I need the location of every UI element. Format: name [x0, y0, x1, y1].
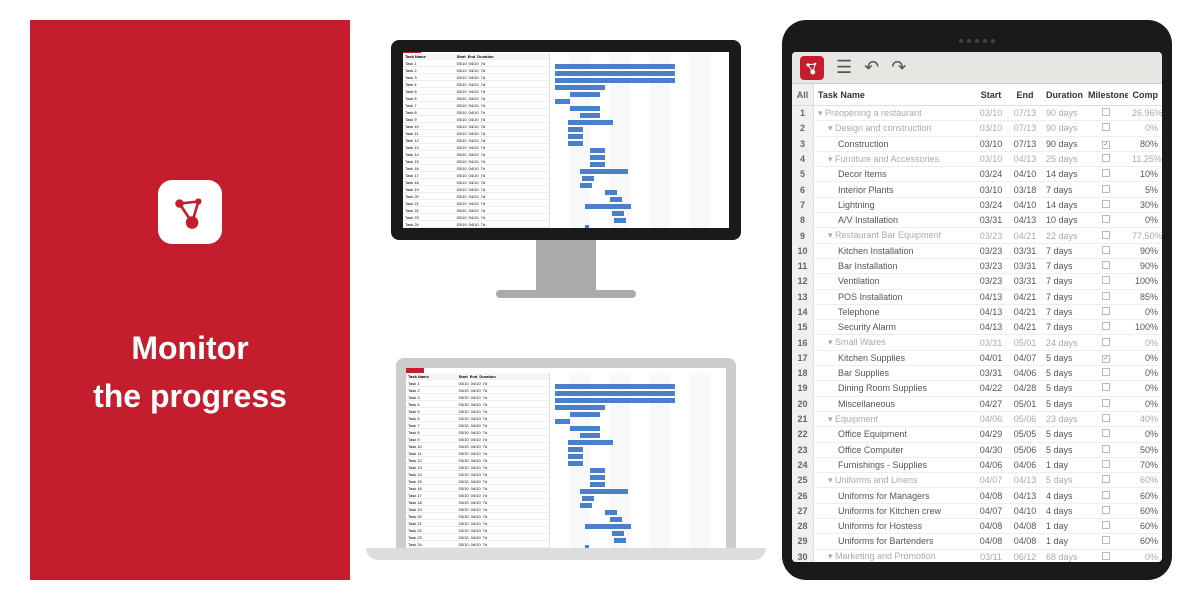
table-row[interactable]: 15Security Alarm04/1304/217 days100%: [792, 320, 1162, 335]
menu-icon[interactable]: ☰: [836, 57, 852, 78]
table-row[interactable]: 2▾ Design and construction03/1007/1390 d…: [792, 121, 1162, 136]
table-row[interactable]: 23Office Computer04/3005/065 days50%: [792, 443, 1162, 458]
table-row[interactable]: 27Uniforms for Kitchen crew04/0704/104 d…: [792, 504, 1162, 519]
app-logo-icon: [158, 180, 222, 244]
table-row[interactable]: 19Dining Room Supplies04/2204/285 days0%: [792, 381, 1162, 396]
table-row[interactable]: 9▾ Restaurant Bar Equipment03/2304/2122 …: [792, 228, 1162, 243]
table-row[interactable]: 12Ventilation03/2303/317 days100%: [792, 274, 1162, 289]
tablet-preview: ☰ ↶ ↷ All Task Name Start End Duration M…: [782, 20, 1172, 580]
task-table: All Task Name Start End Duration Milesto…: [792, 84, 1162, 562]
table-row[interactable]: 4▾ Furniture and Accessories03/1004/1325…: [792, 152, 1162, 167]
table-row[interactable]: 3Construction03/1007/1390 days✓80%: [792, 137, 1162, 152]
laptop-preview: Task NameStartEndDurationTask 103/1004/1…: [366, 358, 766, 560]
table-row[interactable]: 1▾ Preopening a restaurant03/1007/1390 d…: [792, 106, 1162, 121]
table-row[interactable]: 8A/V Installation03/3104/1310 days0%: [792, 213, 1162, 228]
table-row[interactable]: 11Bar Installation03/2303/317 days90%: [792, 259, 1162, 274]
table-row[interactable]: 14Telephone04/1304/217 days0%: [792, 305, 1162, 320]
undo-icon[interactable]: ↶: [864, 57, 879, 78]
table-row[interactable]: 26Uniforms for Managers04/0804/134 days6…: [792, 488, 1162, 503]
table-row[interactable]: 13POS Installation04/1304/217 days85%: [792, 290, 1162, 305]
promo-panel: Monitor the progress: [30, 20, 350, 580]
desktop-preview: Task NameStartEndDurationTask 103/1004/1…: [391, 40, 741, 298]
table-row[interactable]: 30▾ Marketing and Promotion03/1106/1268 …: [792, 550, 1162, 562]
table-row[interactable]: 6Interior Plants03/1003/187 days5%: [792, 182, 1162, 197]
table-header: All Task Name Start End Duration Milesto…: [792, 84, 1162, 106]
table-row[interactable]: 20Miscellaneous04/2705/015 days0%: [792, 397, 1162, 412]
table-row[interactable]: 28Uniforms for Hostess04/0804/081 day60%: [792, 519, 1162, 534]
redo-icon[interactable]: ↷: [891, 57, 906, 78]
table-row[interactable]: 25▾ Uniforms and Linens04/0704/135 days6…: [792, 473, 1162, 488]
table-row[interactable]: 22Office Equipment04/2905/055 days0%: [792, 427, 1162, 442]
table-row[interactable]: 17Kitchen Supplies04/0104/075 days✓0%: [792, 351, 1162, 366]
promo-heading: Monitor the progress: [93, 324, 287, 420]
table-row[interactable]: 7Lightning03/2404/1014 days30%: [792, 198, 1162, 213]
table-row[interactable]: 16▾ Small Wares03/3105/0124 days0%: [792, 335, 1162, 350]
app-logo-small-icon: [800, 56, 824, 80]
tablet-toolbar: ☰ ↶ ↷: [792, 52, 1162, 84]
table-row[interactable]: 10Kitchen Installation03/2303/317 days90…: [792, 244, 1162, 259]
table-row[interactable]: 29Uniforms for Bartenders04/0804/081 day…: [792, 534, 1162, 549]
table-row[interactable]: 21▾ Equipment04/0605/0623 days40%: [792, 412, 1162, 427]
table-row[interactable]: 18Bar Supplies03/3104/065 days0%: [792, 366, 1162, 381]
table-row[interactable]: 24Furnishings - Supplies04/0604/061 day7…: [792, 458, 1162, 473]
table-row[interactable]: 5Decor Items03/2404/1014 days10%: [792, 167, 1162, 182]
